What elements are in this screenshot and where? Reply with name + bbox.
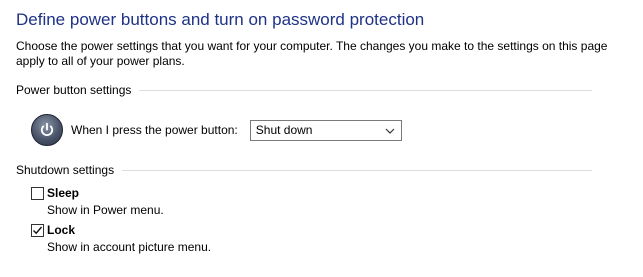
page-title: Define power buttons and turn on passwor… — [16, 10, 425, 29]
sleep-label[interactable]: Sleep — [47, 186, 79, 200]
lock-label[interactable]: Lock — [47, 223, 75, 237]
power-button-settings-header: Power button settings — [16, 83, 592, 97]
option-lock-head[interactable]: Lock — [31, 223, 211, 237]
sleep-description: Show in Power menu. — [47, 203, 164, 217]
power-button-action-dropdown[interactable]: Shut down — [249, 119, 402, 141]
power-options-page: Define power buttons and turn on passwor… — [0, 0, 643, 277]
power-button-settings-label: Power button settings — [16, 83, 132, 97]
chevron-down-icon — [385, 123, 395, 137]
sleep-checkbox[interactable] — [31, 186, 44, 200]
group-divider — [122, 169, 592, 171]
shutdown-settings-header: Shutdown settings — [16, 163, 592, 177]
option-sleep: Sleep Show in Power menu. — [31, 186, 164, 217]
lock-checkbox[interactable] — [31, 223, 44, 237]
shutdown-settings-label: Shutdown settings — [16, 163, 115, 177]
option-lock: Lock Show in account picture menu. — [31, 223, 211, 254]
option-sleep-head[interactable]: Sleep — [31, 186, 164, 200]
page-description: Choose the power settings that you want … — [16, 39, 608, 68]
dropdown-selected-value: Shut down — [255, 123, 313, 137]
power-button-action-label: When I press the power button: — [71, 123, 238, 137]
group-divider — [139, 89, 592, 91]
power-button-row: When I press the power button: Shut down — [31, 114, 402, 146]
checkmark-icon — [33, 226, 43, 234]
lock-description: Show in account picture menu. — [47, 240, 212, 254]
power-icon — [31, 114, 63, 146]
